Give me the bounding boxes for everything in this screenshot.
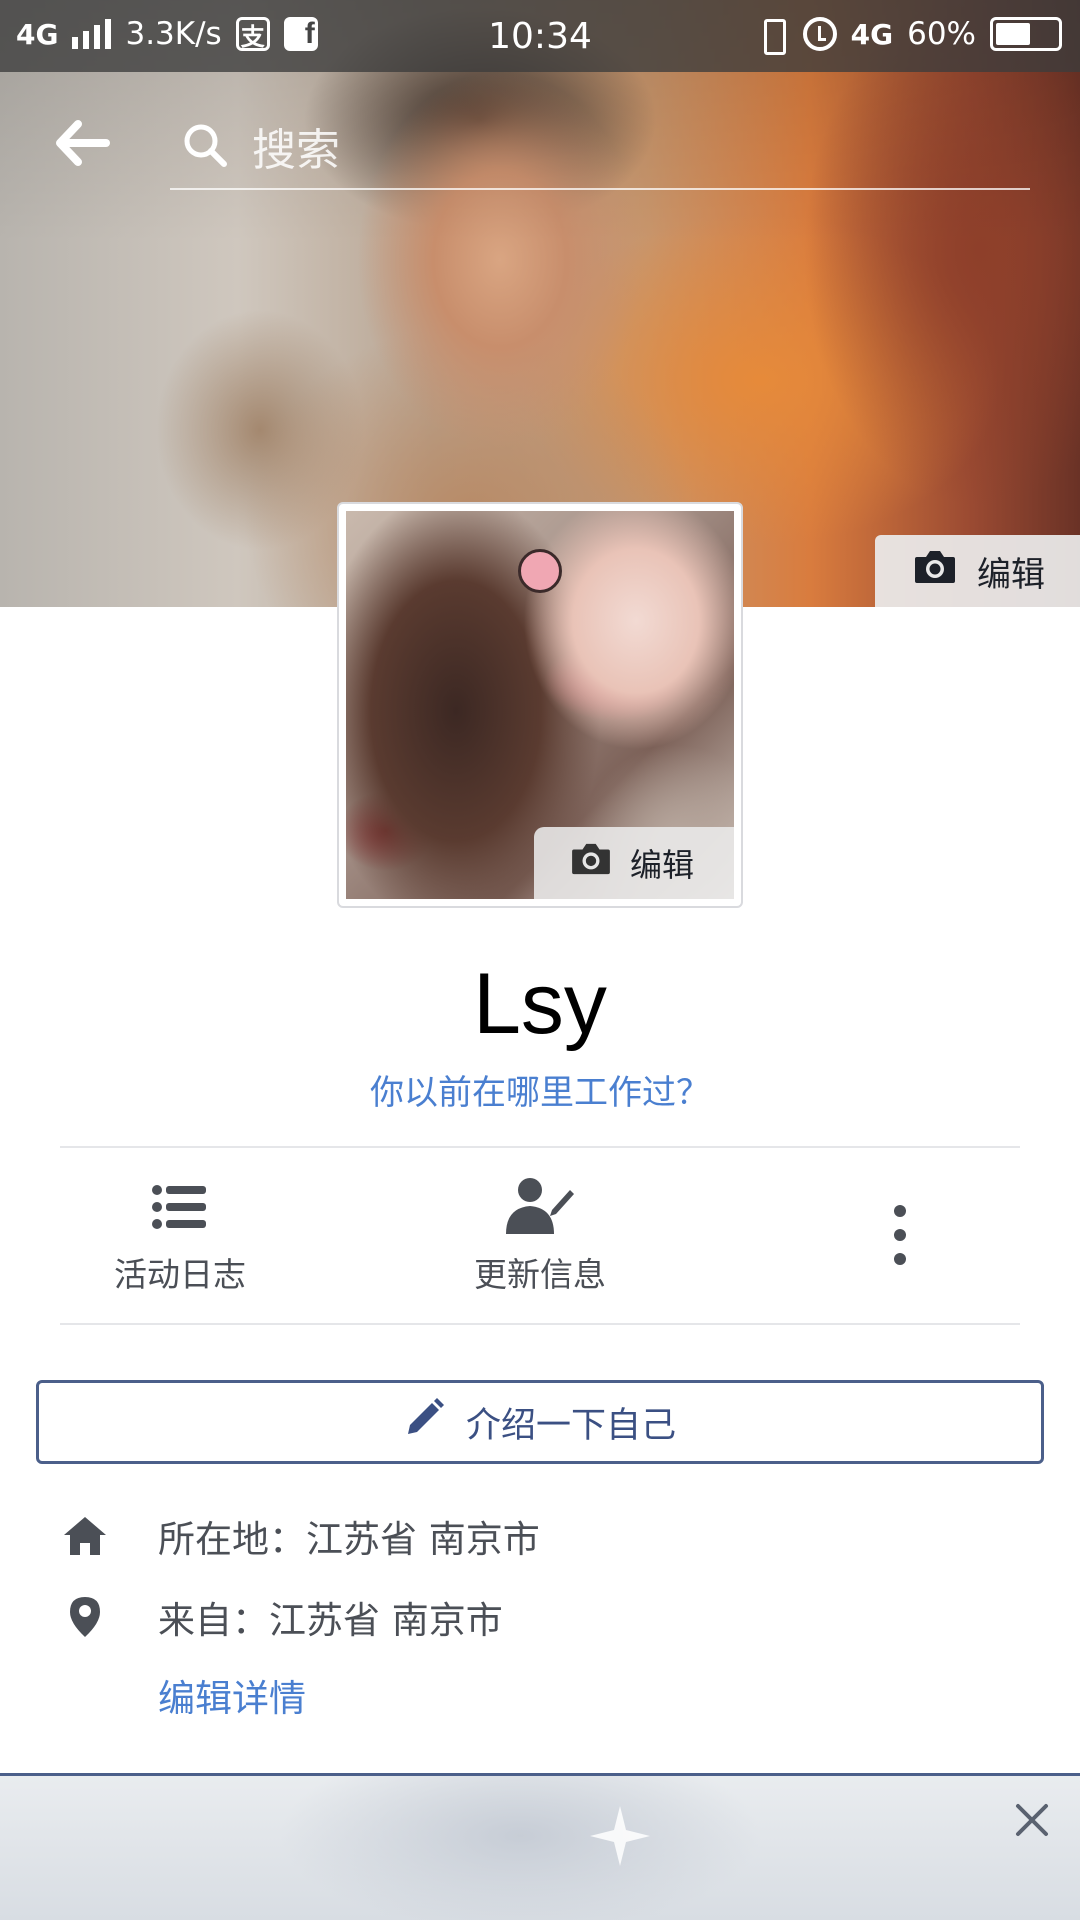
divider (60, 1323, 1020, 1325)
close-icon[interactable] (1010, 1798, 1054, 1842)
search-icon (182, 122, 228, 168)
network-type-right: 4G (850, 17, 894, 51)
from-text: 来自：江苏省 南京市 (158, 1599, 503, 1642)
strawberry-sticker-icon (518, 549, 562, 593)
home-icon (60, 1515, 110, 1557)
status-bar: 4G 3.3K/s 支 f 10:34 4G 60% (0, 0, 1080, 72)
search-input[interactable] (252, 122, 952, 178)
vibrate-icon (755, 16, 789, 55)
sparkle-icon (590, 1806, 650, 1866)
update-info-label: 更新信息 (474, 1255, 606, 1294)
battery-icon (990, 17, 1062, 51)
person-edit-icon (390, 1172, 690, 1242)
activity-log-label: 活动日志 (114, 1255, 246, 1294)
camera-icon (570, 842, 612, 884)
location-pin-icon (60, 1595, 110, 1639)
promo-banner[interactable] (0, 1776, 1080, 1920)
cover-edit-button[interactable]: 编辑 (875, 535, 1080, 607)
cover-edit-label: 编辑 (977, 554, 1045, 595)
more-options-icon[interactable] (880, 1205, 920, 1265)
edit-details-link[interactable]: 编辑详情 (158, 1668, 306, 1722)
battery-percent: 60% (907, 16, 976, 52)
update-info-button[interactable]: 更新信息 (390, 1172, 690, 1302)
back-arrow-icon[interactable] (52, 118, 112, 168)
introduce-yourself-button[interactable]: 介绍一下自己 (36, 1380, 1044, 1464)
lives-in-row: 所在地：江苏省 南京市 (60, 1506, 1020, 1566)
status-right: 4G 60% (755, 16, 1062, 55)
avatar-edit-label: 编辑 (630, 846, 695, 884)
search-bar[interactable] (170, 110, 1030, 190)
divider (60, 1146, 1020, 1148)
alarm-icon (802, 17, 837, 51)
work-prompt-link[interactable]: 你以前在哪里工作过？ (0, 1065, 1080, 1114)
avatar-edit-button[interactable]: 编辑 (534, 827, 734, 899)
battery-fill (996, 23, 1030, 45)
pencil-icon (404, 1397, 444, 1447)
from-row: 来自：江苏省 南京市 (60, 1587, 1020, 1647)
camera-icon (913, 549, 957, 594)
profile-name: Lsy (473, 956, 607, 1052)
lives-in-text: 所在地：江苏省 南京市 (158, 1518, 540, 1561)
list-icon (30, 1172, 330, 1242)
profile-picture[interactable]: 编辑 (337, 502, 743, 908)
avatar: 编辑 (346, 511, 734, 899)
introduce-yourself-label: 介绍一下自己 (465, 1405, 676, 1446)
activity-log-button[interactable]: 活动日志 (30, 1172, 330, 1302)
